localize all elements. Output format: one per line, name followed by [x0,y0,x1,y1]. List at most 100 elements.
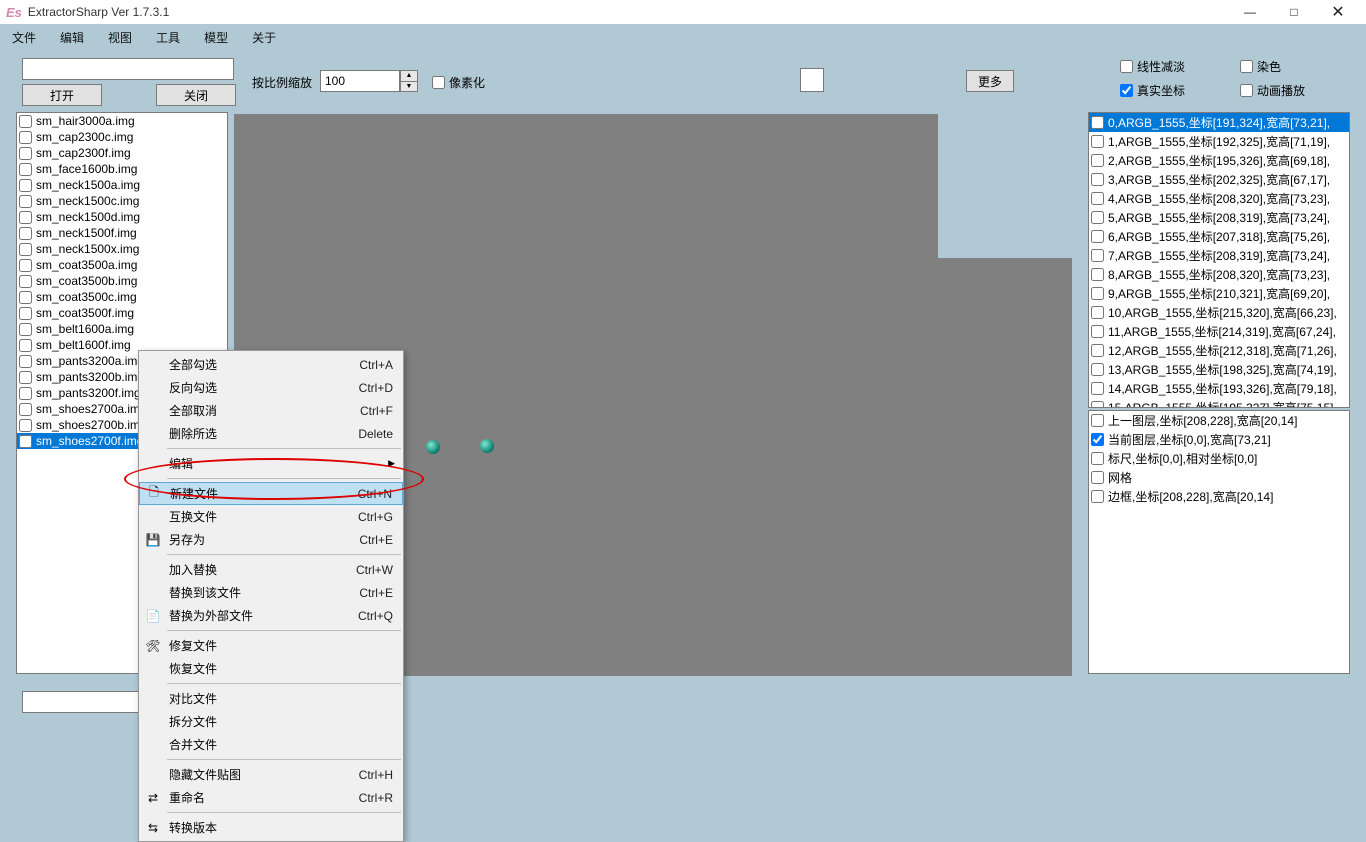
file-row[interactable]: sm_neck1500d.img [17,209,227,225]
frame-row[interactable]: 1,ARGB_1555,坐标[192,325],宽高[71,19], [1089,132,1349,151]
search-input[interactable] [22,58,234,80]
file-row[interactable]: sm_coat3500a.img [17,257,227,273]
menu-item-编辑[interactable]: 编辑 [139,452,403,475]
file-row[interactable]: sm_belt1600a.img [17,321,227,337]
window-minimize-button[interactable]: — [1228,0,1272,24]
layer-checkbox[interactable] [1091,414,1104,427]
frame-row[interactable]: 15,ARGB_1555,坐标[195,327],宽高[75,15], [1089,398,1349,408]
menu-item-全部勾选[interactable]: 全部勾选Ctrl+A [139,353,403,376]
frame-checkbox[interactable] [1091,211,1104,224]
file-checkbox[interactable] [19,147,32,160]
menu-编辑[interactable]: 编辑 [60,29,84,46]
file-checkbox[interactable] [19,387,32,400]
frame-checkbox[interactable] [1091,268,1104,281]
file-checkbox[interactable] [19,323,32,336]
file-checkbox[interactable] [19,275,32,288]
frame-row[interactable]: 8,ARGB_1555,坐标[208,320],宽高[73,23], [1089,265,1349,284]
pixelate-checkbox[interactable] [432,76,445,89]
file-checkbox[interactable] [19,355,32,368]
menu-item-全部取消[interactable]: 全部取消Ctrl+F [139,399,403,422]
more-button[interactable]: 更多 [966,70,1014,92]
scale-spinner[interactable]: ▲▼ [400,70,418,92]
layer-row[interactable]: 当前图层,坐标[0,0],宽高[73,21] [1089,430,1349,449]
window-close-button[interactable]: ✕ [1316,0,1360,24]
file-checkbox[interactable] [19,403,32,416]
file-checkbox[interactable] [19,115,32,128]
file-row[interactable]: sm_coat3500b.img [17,273,227,289]
color-preview-box[interactable] [800,68,824,92]
frame-row[interactable]: 4,ARGB_1555,坐标[208,320],宽高[73,23], [1089,189,1349,208]
file-row[interactable]: sm_coat3500f.img [17,305,227,321]
frame-row[interactable]: 2,ARGB_1555,坐标[195,326],宽高[69,18], [1089,151,1349,170]
frame-row[interactable]: 0,ARGB_1555,坐标[191,324],宽高[73,21], [1089,113,1349,132]
layer-row[interactable]: 网格 [1089,468,1349,487]
menu-item-替换为外部文件[interactable]: 📄替换为外部文件Ctrl+Q [139,604,403,627]
layer-row[interactable]: 标尺,坐标[0,0],相对坐标[0,0] [1089,449,1349,468]
frame-list-panel[interactable]: 0,ARGB_1555,坐标[191,324],宽高[73,21],1,ARGB… [1088,112,1350,408]
frame-row[interactable]: 6,ARGB_1555,坐标[207,318],宽高[75,26], [1089,227,1349,246]
frame-checkbox[interactable] [1091,363,1104,376]
layer-checkbox[interactable] [1091,452,1104,465]
menu-item-反向勾选[interactable]: 反向勾选Ctrl+D [139,376,403,399]
frame-checkbox[interactable] [1091,173,1104,186]
frame-checkbox[interactable] [1091,401,1104,408]
frame-row[interactable]: 10,ARGB_1555,坐标[215,320],宽高[66,23], [1089,303,1349,322]
menu-item-新建文件[interactable]: 🗋新建文件Ctrl+N [139,482,403,505]
menu-item-隐藏文件贴图[interactable]: 隐藏文件贴图Ctrl+H [139,763,403,786]
open-button[interactable]: 打开 [22,84,102,106]
frame-row[interactable]: 7,ARGB_1555,坐标[208,319],宽高[73,24], [1089,246,1349,265]
file-checkbox[interactable] [19,259,32,272]
frame-checkbox[interactable] [1091,382,1104,395]
layer-checkbox[interactable] [1091,433,1104,446]
menu-item-另存为[interactable]: 💾另存为Ctrl+E [139,528,403,551]
frame-checkbox[interactable] [1091,306,1104,319]
file-checkbox[interactable] [19,371,32,384]
file-row[interactable]: sm_cap2300f.img [17,145,227,161]
frame-row[interactable]: 12,ARGB_1555,坐标[212,318],宽高[71,26], [1089,341,1349,360]
frame-row[interactable]: 5,ARGB_1555,坐标[208,319],宽高[73,24], [1089,208,1349,227]
frame-checkbox[interactable] [1091,325,1104,338]
frame-row[interactable]: 3,ARGB_1555,坐标[202,325],宽高[67,17], [1089,170,1349,189]
frame-checkbox[interactable] [1091,230,1104,243]
menu-文件[interactable]: 文件 [12,29,36,46]
file-row[interactable]: sm_neck1500a.img [17,177,227,193]
layer-list-panel[interactable]: 上一图层,坐标[208,228],宽高[20,14]当前图层,坐标[0,0],宽… [1088,410,1350,674]
menu-关于[interactable]: 关于 [252,29,276,46]
menu-item-重命名[interactable]: ⇄重命名Ctrl+R [139,786,403,809]
frame-checkbox[interactable] [1091,116,1104,129]
menu-item-合并文件[interactable]: 合并文件 [139,733,403,756]
menu-item-加入替换[interactable]: 加入替换Ctrl+W [139,558,403,581]
menu-工具[interactable]: 工具 [156,29,180,46]
file-checkbox[interactable] [19,243,32,256]
scale-input[interactable] [320,70,400,92]
frame-row[interactable]: 13,ARGB_1555,坐标[198,325],宽高[74,19], [1089,360,1349,379]
close-file-button[interactable]: 关闭 [156,84,236,106]
layer-row[interactable]: 上一图层,坐标[208,228],宽高[20,14] [1089,411,1349,430]
frame-checkbox[interactable] [1091,135,1104,148]
file-checkbox[interactable] [19,435,32,448]
anim-play-checkbox[interactable] [1240,84,1253,97]
window-maximize-button[interactable]: □ [1272,0,1316,24]
file-checkbox[interactable] [19,179,32,192]
file-row[interactable]: sm_hair3000a.img [17,113,227,129]
file-checkbox[interactable] [19,131,32,144]
layer-checkbox[interactable] [1091,471,1104,484]
menu-模型[interactable]: 模型 [204,29,228,46]
file-row[interactable]: sm_neck1500x.img [17,241,227,257]
file-checkbox[interactable] [19,211,32,224]
real-coord-checkbox[interactable] [1120,84,1133,97]
menu-item-对比文件[interactable]: 对比文件 [139,687,403,710]
frame-checkbox[interactable] [1091,344,1104,357]
linear-dodge-checkbox[interactable] [1120,60,1133,73]
frame-checkbox[interactable] [1091,154,1104,167]
file-checkbox[interactable] [19,339,32,352]
layer-row[interactable]: 边框,坐标[208,228],宽高[20,14] [1089,487,1349,506]
file-checkbox[interactable] [19,307,32,320]
file-row[interactable]: sm_cap2300c.img [17,129,227,145]
menu-item-替换到该文件[interactable]: 替换到该文件Ctrl+E [139,581,403,604]
file-checkbox[interactable] [19,291,32,304]
frame-checkbox[interactable] [1091,249,1104,262]
menu-item-拆分文件[interactable]: 拆分文件 [139,710,403,733]
frame-row[interactable]: 14,ARGB_1555,坐标[193,326],宽高[79,18], [1089,379,1349,398]
tint-checkbox[interactable] [1240,60,1253,73]
